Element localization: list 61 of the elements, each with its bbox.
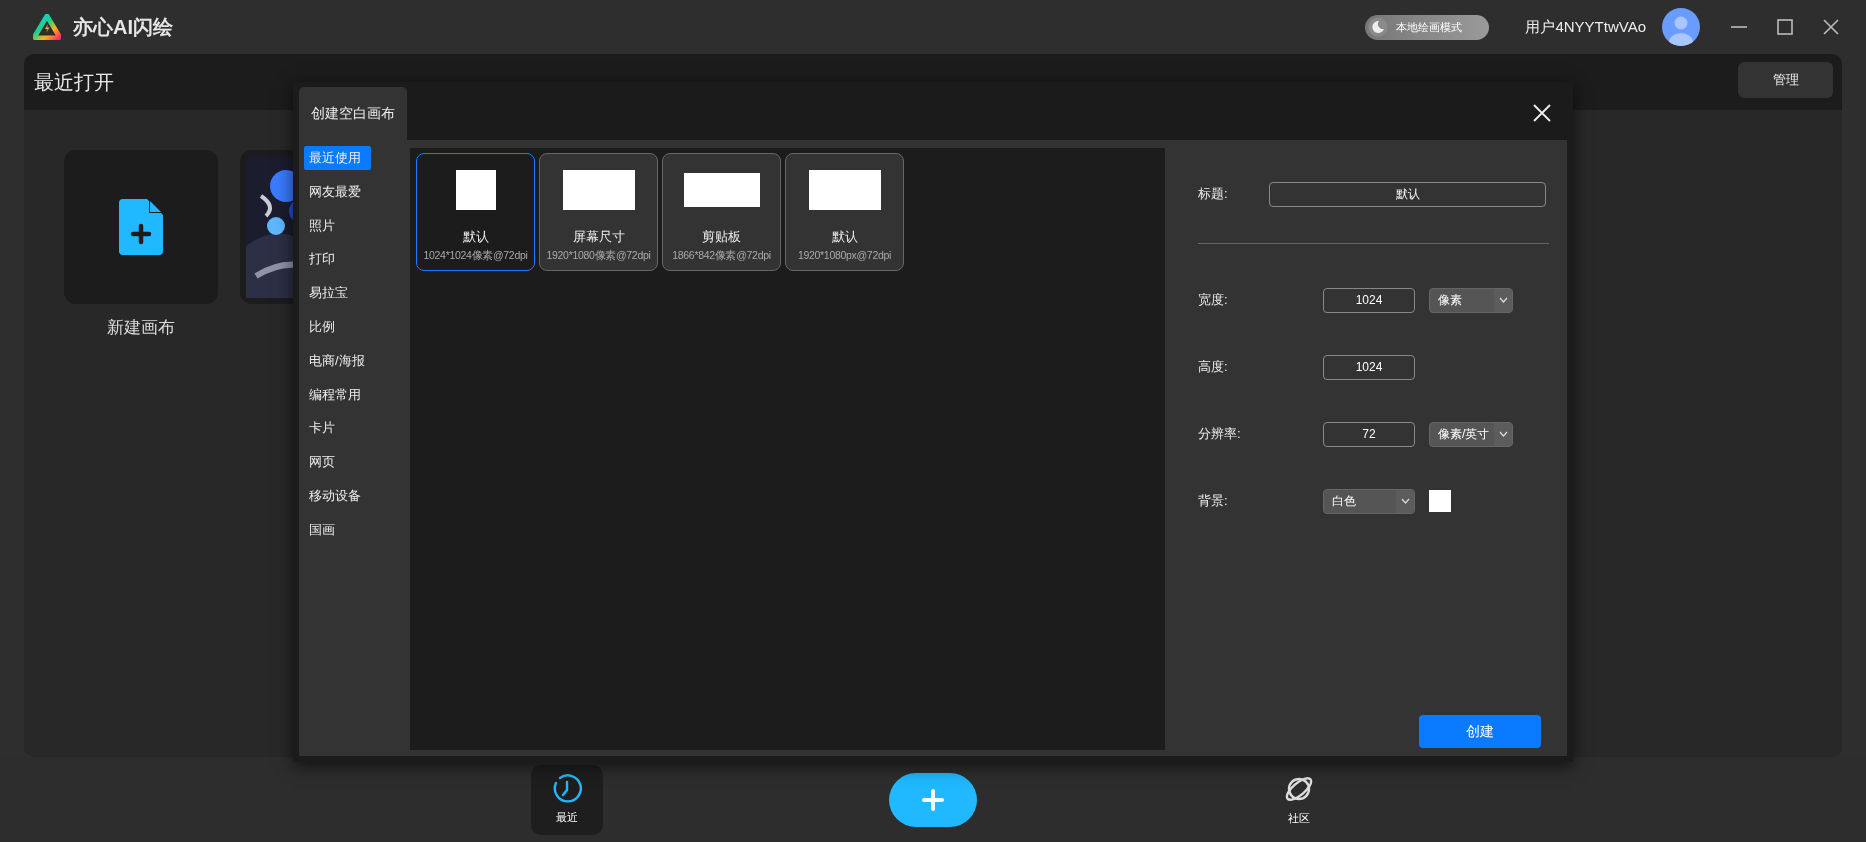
- field-label: 背景:: [1198, 492, 1229, 510]
- preset-size: 1866*842像素@72dpi: [672, 249, 771, 263]
- height-field[interactable]: 1024: [1323, 354, 1415, 380]
- create-button[interactable]: 创建: [1419, 715, 1541, 748]
- dialog-tab[interactable]: 创建空白画布: [299, 87, 407, 140]
- preset-size: 1920*1080px@72dpi: [797, 249, 892, 261]
- new-canvas-card[interactable]: [64, 150, 218, 304]
- category-item[interactable]: 照片: [304, 213, 371, 238]
- manage-button[interactable]: 管理: [1738, 62, 1833, 98]
- category-item[interactable]: 网页: [304, 450, 371, 475]
- category-item[interactable]: 电商/海报: [304, 348, 371, 373]
- category-item[interactable]: 编程常用: [304, 382, 371, 407]
- category-item[interactable]: 打印: [304, 247, 371, 272]
- unit-dropdown[interactable]: 像素/英寸: [1429, 421, 1513, 447]
- logo-icon: [33, 14, 61, 40]
- plus-icon: [922, 788, 944, 811]
- category-item[interactable]: 移动设备: [304, 483, 371, 508]
- nav-tab[interactable]: 社区: [1263, 764, 1335, 835]
- chevron-icon: [1498, 297, 1508, 303]
- category-item[interactable]: 国画: [304, 517, 371, 542]
- nav-tab[interactable]: 最近: [531, 764, 603, 835]
- color-swatch[interactable]: [1429, 490, 1451, 512]
- category-item[interactable]: 易拉宝: [304, 281, 371, 306]
- preset-card[interactable]: 默认 1920*1080px@72dpi: [785, 153, 904, 271]
- maximize-icon[interactable]: [1776, 18, 1794, 36]
- clock-icon: [552, 774, 582, 804]
- close-icon[interactable]: [1822, 18, 1840, 36]
- preset-card[interactable]: 屏幕尺寸 1920*1080像素@72dpi: [539, 153, 658, 271]
- category-item[interactable]: 网友最爱: [304, 179, 371, 204]
- moon-icon: [1368, 17, 1389, 37]
- field-label: 标题:: [1198, 185, 1229, 203]
- resolution-field[interactable]: 72: [1323, 421, 1415, 447]
- preset-size: 1920*1080像素@72dpi: [546, 249, 651, 263]
- card-label: 新建画布: [107, 317, 175, 339]
- category-item[interactable]: 比例: [304, 315, 371, 339]
- add-button[interactable]: [889, 772, 977, 827]
- preset-card[interactable]: 默认 1024*1024像素@72dpi: [416, 153, 535, 271]
- category-item[interactable]: 最近使用: [304, 146, 371, 170]
- background-dropdown[interactable]: 白色: [1323, 488, 1415, 514]
- unit-dropdown[interactable]: 像素: [1429, 287, 1513, 313]
- mode-toggle[interactable]: 本地绘画模式: [1365, 14, 1490, 40]
- chevron-icon: [1400, 498, 1410, 504]
- canvas-thumbnail: [455, 170, 496, 210]
- preset-size: 1024*1024像素@72dpi: [423, 249, 528, 263]
- field-label: 分辨率:: [1198, 425, 1242, 443]
- preset-name: 屏幕尺寸: [572, 228, 625, 246]
- field-label: 高度:: [1198, 358, 1229, 376]
- preset-card[interactable]: 剪贴板 1866*842像素@72dpi: [662, 153, 781, 271]
- preset-name: 默认: [462, 228, 489, 246]
- category-item[interactable]: 卡片: [304, 416, 371, 441]
- new-file-icon: [119, 199, 163, 255]
- width-field[interactable]: 1024: [1323, 287, 1415, 313]
- chevron-icon: [1498, 431, 1508, 437]
- section-title: 最近打开: [34, 69, 115, 95]
- preset-name: 默认: [831, 228, 858, 246]
- title-field[interactable]: 默认: [1269, 181, 1546, 207]
- avatar-icon[interactable]: [1662, 8, 1700, 46]
- user-name[interactable]: 用户4NYYTtwVAo: [1525, 17, 1646, 37]
- preset-name: 剪贴板: [702, 228, 741, 246]
- field-label: 宽度:: [1198, 291, 1229, 309]
- app-title: 亦心AI闪绘: [73, 14, 173, 40]
